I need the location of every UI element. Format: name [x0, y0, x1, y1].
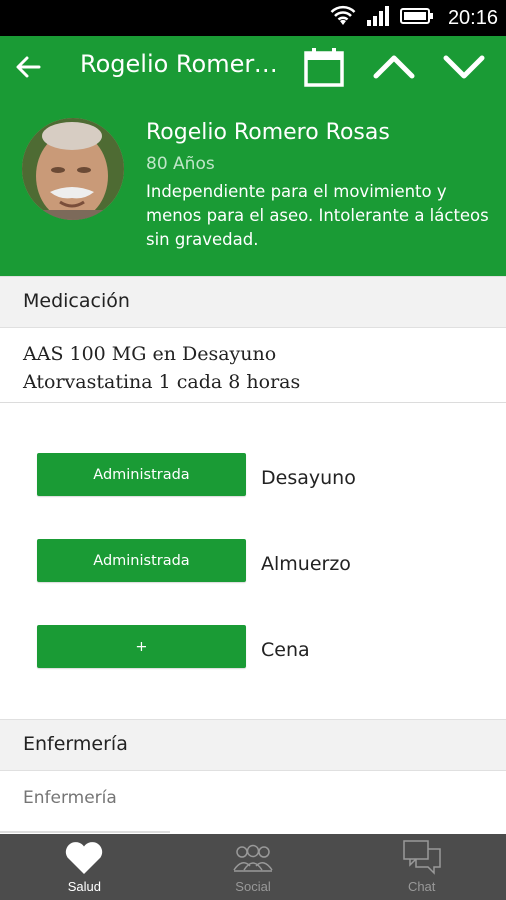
wifi-icon — [330, 5, 356, 31]
heart-icon — [66, 842, 103, 874]
administered-button[interactable]: Administrada — [37, 539, 246, 582]
calendar-button[interactable] — [300, 44, 348, 90]
administered-button[interactable]: Administrada — [37, 453, 246, 496]
status-bar: 20:16 — [0, 0, 506, 36]
meal-label: Cena — [261, 639, 310, 661]
patient-name: Rogelio Romero Rosas — [146, 120, 390, 145]
divider — [0, 402, 506, 403]
tab-label: Social — [235, 879, 271, 894]
tab-social[interactable]: Social — [169, 834, 338, 900]
clock: 20:16 — [447, 6, 498, 29]
signal-icon — [366, 5, 390, 31]
chat-icon — [402, 840, 441, 875]
tab-label: Chat — [407, 879, 436, 894]
dose-row-breakfast: Administrada Desayuno — [37, 453, 497, 497]
medication-header: Medicación — [0, 276, 506, 328]
input-underline — [0, 831, 170, 833]
nursing-header-label: Enfermería — [23, 733, 128, 755]
battery-icon — [399, 7, 434, 29]
back-button[interactable] — [8, 47, 48, 87]
medication-header-label: Medicación — [23, 290, 130, 312]
calendar-icon — [304, 48, 344, 87]
chevron-down-icon — [443, 55, 485, 79]
app-bar: Rogelio Romero Rosas — [0, 36, 506, 98]
avatar — [22, 118, 124, 220]
patient-age: 80 Años — [146, 154, 215, 174]
meal-label: Almuerzo — [261, 553, 351, 575]
arrow-left-icon — [16, 56, 41, 78]
medication-list: AAS 100 MG en Desayuno Atorvastatina 1 c… — [23, 340, 300, 396]
medication-line: AAS 100 MG en Desayuno — [23, 343, 277, 365]
previous-button[interactable] — [370, 44, 418, 90]
nursing-notes-input[interactable] — [23, 783, 483, 813]
dose-row-dinner: + Cena — [37, 625, 497, 669]
tab-salud[interactable]: Salud — [0, 834, 169, 900]
medication-line: Atorvastatina 1 cada 8 horas — [23, 371, 301, 393]
patient-header: Rogelio Romero Rosas 80 Años Independien… — [0, 98, 506, 276]
tab-chat[interactable]: Chat — [337, 834, 506, 900]
page-title: Rogelio Romero Rosas — [80, 50, 280, 78]
dose-row-lunch: Administrada Almuerzo — [37, 539, 497, 583]
nursing-header: Enfermería — [0, 719, 506, 771]
bottom-nav: Salud Social Chat — [0, 834, 506, 900]
meal-label: Desayuno — [261, 467, 356, 489]
add-dose-button[interactable]: + — [37, 625, 246, 668]
patient-description: Independiente para el movimiento y menos… — [146, 182, 489, 249]
tab-label: Salud — [67, 879, 101, 894]
next-button[interactable] — [440, 44, 488, 90]
people-icon — [233, 844, 273, 872]
chevron-up-icon — [373, 55, 415, 79]
